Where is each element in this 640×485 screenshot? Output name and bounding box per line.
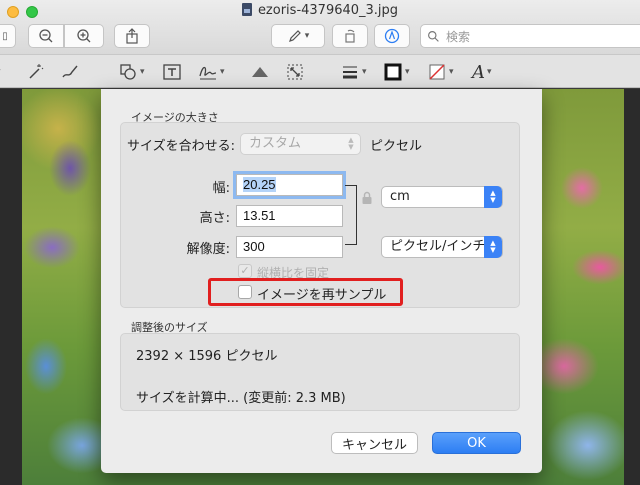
chevron-down-icon: ▾ [220, 67, 225, 77]
document-icon [241, 3, 252, 16]
fill-color-tool[interactable]: ▾ [427, 61, 454, 83]
resolution-unit-value: ピクセル/インチ [390, 239, 486, 254]
scale-proportionally-checkbox[interactable]: ✓ [238, 264, 252, 278]
sidebar-toggle-button[interactable]: ▯ [0, 24, 16, 48]
markup-toolbar: ▾ ▾ ▾ ▾ ▾ ▾ A ▾ [0, 54, 640, 88]
chevron-down-icon: ▾ [304, 31, 310, 41]
adjust-color-tool[interactable] [250, 61, 270, 83]
markup-toolbar-button[interactable]: ▾ [271, 24, 325, 48]
size-unit-value: cm [390, 189, 410, 204]
width-field[interactable]: 20.25 [233, 171, 346, 199]
annotate-icon [384, 28, 400, 44]
rotate-icon [345, 29, 355, 43]
window-titlebar: ezoris-4379640_3.jpg ▯ ▾ 検索 [0, 0, 640, 54]
popup-arrows-icon: ▲ ▼ [348, 136, 354, 151]
signature-tool[interactable]: ▾ [198, 61, 225, 83]
popup-arrows-icon: ▲ ▼ [484, 186, 502, 208]
chevron-down-icon: ▾ [405, 67, 410, 77]
window-title-text: ezoris-4379640_3.jpg [257, 3, 399, 18]
border-color-icon [384, 63, 402, 81]
zoom-in-icon [77, 29, 91, 43]
height-label: 高さ: [199, 211, 230, 226]
search-icon [428, 30, 439, 42]
fit-into-value: カスタム [249, 136, 302, 151]
annotate-button[interactable] [374, 24, 410, 48]
share-icon [126, 28, 138, 44]
canvas-left-margin [0, 89, 22, 485]
shapes-icon [120, 64, 136, 80]
zoom-in-button[interactable] [64, 24, 104, 48]
text-style-tool[interactable]: A ▾ [472, 61, 492, 83]
adjust-color-icon [252, 67, 268, 77]
adjust-size-tool[interactable] [285, 61, 305, 83]
magic-wand-icon [29, 64, 44, 79]
border-color-tool[interactable]: ▾ [383, 61, 410, 83]
shape-style-tool[interactable]: ▾ [340, 61, 367, 83]
signature-icon [199, 66, 217, 80]
sketch-icon [62, 65, 78, 78]
size-unit-popup[interactable]: cm ▲ ▼ [381, 186, 503, 208]
lock-icon [362, 191, 372, 204]
chevron-down-icon: ▾ [449, 67, 454, 77]
fill-color-icon [429, 64, 445, 80]
chevron-down-icon: ▾ [487, 67, 492, 77]
zoom-out-icon [39, 29, 53, 43]
shapes-tool[interactable]: ▾ [118, 61, 145, 83]
chevron-down-icon: ▾ [0, 67, 1, 77]
resample-highlight-box [208, 278, 403, 306]
text-tool[interactable] [162, 61, 182, 83]
text-selection-tool[interactable]: ▾ [0, 61, 1, 83]
pen-icon [288, 30, 301, 42]
text-style-icon: A [472, 61, 485, 83]
resolution-label: 解像度: [186, 242, 230, 257]
fit-into-popup: カスタム ▲ ▼ [240, 133, 361, 155]
canvas-right-margin [624, 89, 640, 485]
width-value: 20.25 [243, 177, 276, 192]
fit-into-unit: ピクセル [370, 139, 423, 154]
cancel-button[interactable]: キャンセル [331, 432, 418, 454]
height-field[interactable]: 13.51 [236, 205, 343, 227]
chevron-down-icon: ▾ [362, 67, 367, 77]
window-title: ezoris-4379640_3.jpg [0, 3, 640, 18]
rotate-button[interactable] [332, 24, 368, 48]
resize-icon [287, 64, 303, 80]
text-box-icon [163, 64, 181, 80]
chevron-down-icon: ▾ [140, 67, 145, 77]
instant-alpha-tool[interactable] [26, 61, 46, 83]
resulting-file-size: サイズを計算中... (変更前: 2.3 MB) [136, 391, 346, 406]
width-label: 幅: [212, 181, 230, 196]
line-style-icon [343, 66, 357, 79]
resolution-field[interactable]: 300 [236, 236, 343, 258]
zoom-out-button[interactable] [28, 24, 64, 48]
search-placeholder: 検索 [446, 29, 471, 44]
fit-into-label: サイズを合わせる: [127, 139, 235, 154]
ok-button[interactable]: OK [432, 432, 521, 454]
adjust-size-dialog: イメージの大きさ サイズを合わせる: カスタム ▲ ▼ ピクセル 幅: 20.25… [101, 89, 542, 473]
resolution-unit-popup[interactable]: ピクセル/インチ ▲ ▼ [381, 236, 503, 258]
proportion-bracket [345, 185, 357, 245]
popup-arrows-icon: ▲ ▼ [484, 236, 502, 258]
search-field[interactable]: 検索 [420, 24, 640, 48]
sidebar-icon: ▯ [2, 30, 8, 42]
sketch-tool[interactable] [60, 61, 80, 83]
resulting-dimensions: 2392 × 1596 ピクセル [136, 349, 278, 364]
share-button[interactable] [114, 24, 150, 48]
